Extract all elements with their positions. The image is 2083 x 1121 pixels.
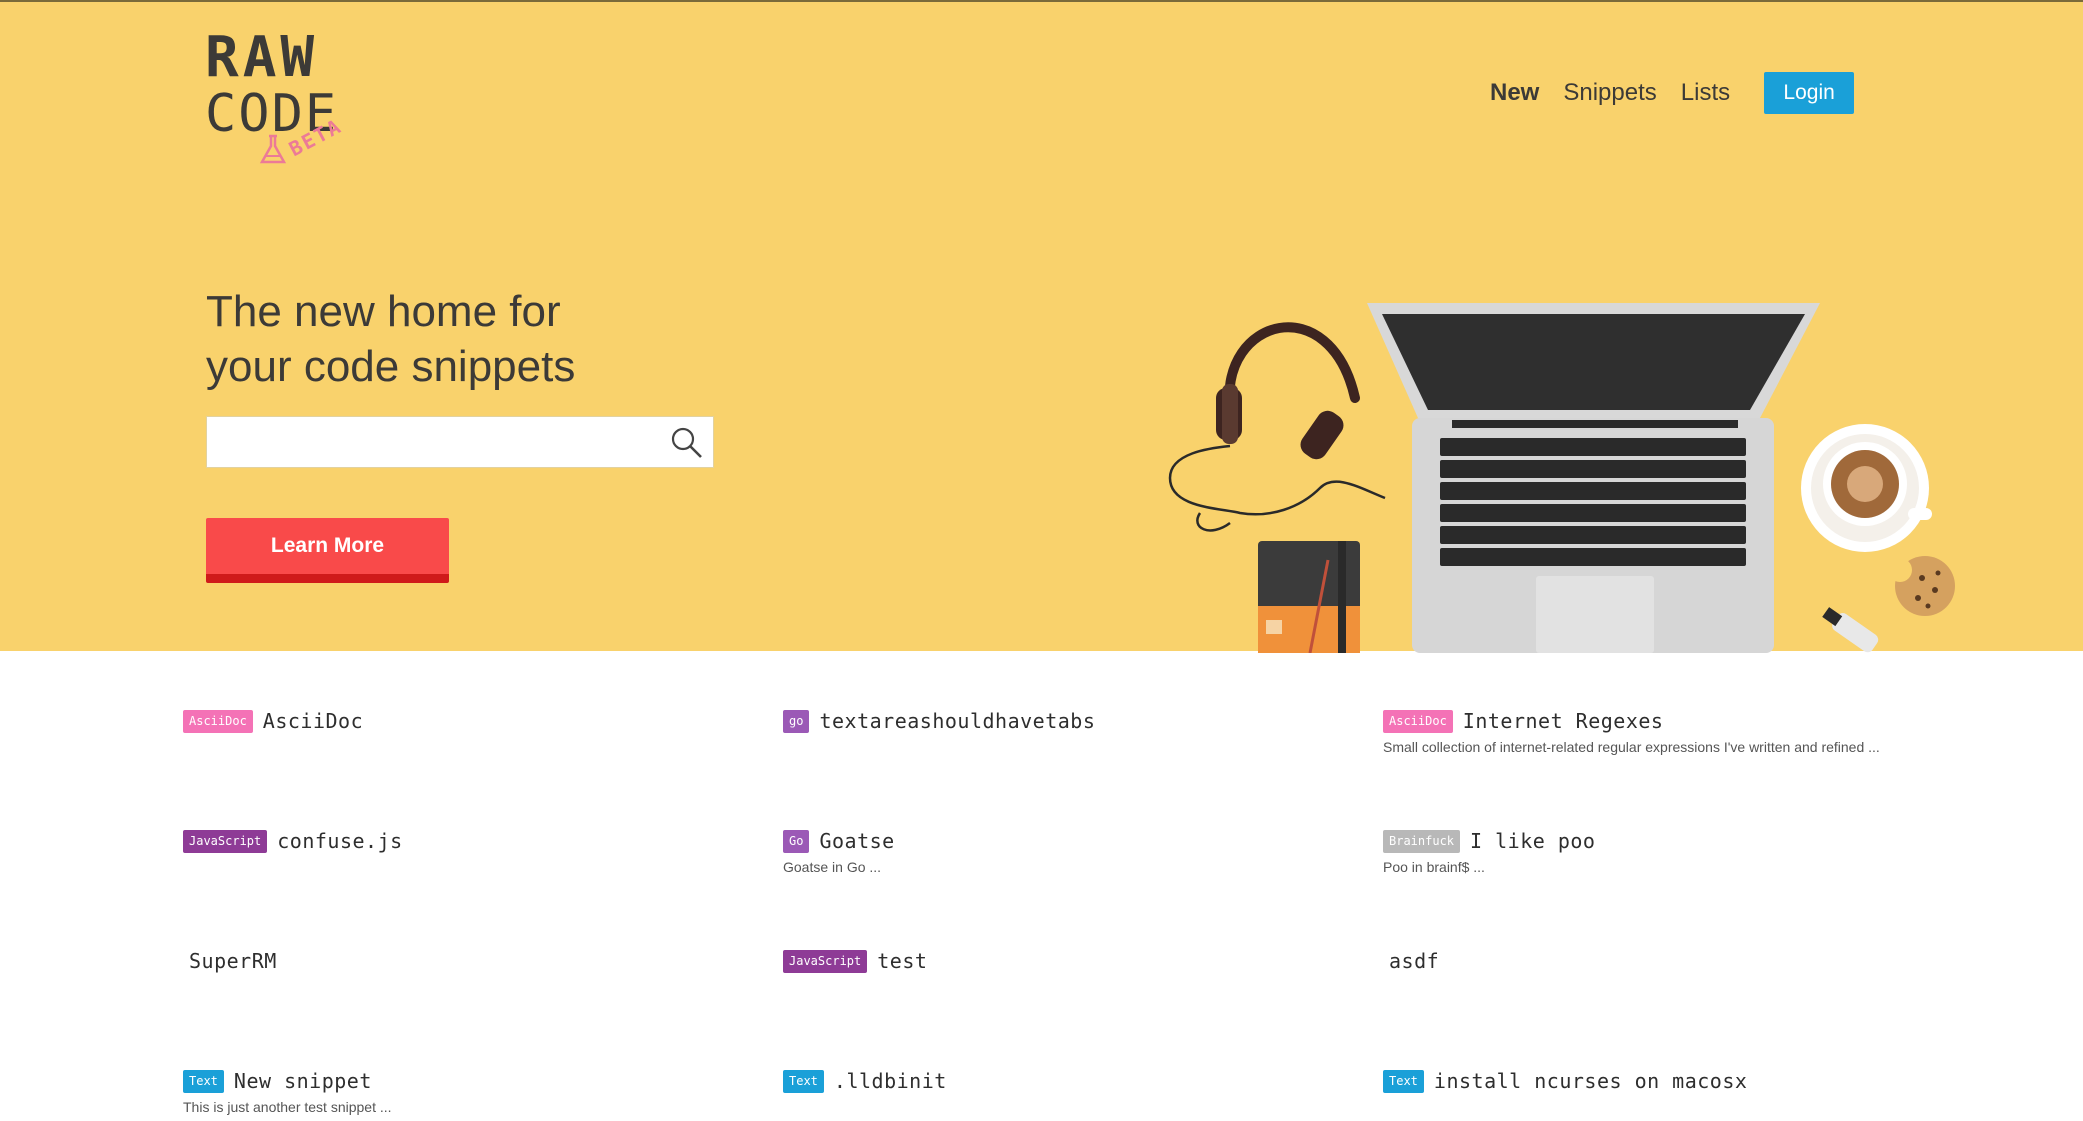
nav-new[interactable]: New [1490, 79, 1539, 107]
snippet-title[interactable]: test [877, 949, 927, 973]
language-tag: JavaScript [183, 829, 268, 853]
snippet-header: JavaScript test [783, 946, 1303, 976]
logo-text-raw: RAW [205, 25, 319, 90]
nav-snippets[interactable]: Snippets [1563, 79, 1656, 107]
snippet-description: This is just another test snippet ... [183, 1099, 392, 1115]
cookie-illustration [1888, 556, 1955, 616]
snippet-header: Text New snippet [183, 1066, 703, 1096]
coffee-cup-illustration [1801, 424, 1932, 552]
snippet-header: Text install ncurses on macosx [1383, 1066, 1903, 1096]
language-tag: Brainfuck [1383, 829, 1461, 853]
search-icon[interactable] [669, 425, 705, 461]
snippet-title[interactable]: I like poo [1470, 829, 1595, 853]
desk-illustration [1168, 303, 1955, 653]
snippet-title[interactable]: Internet Regexes [1463, 709, 1664, 733]
snippet-card[interactable]: SuperRM [183, 946, 703, 976]
snippet-card[interactable]: Go Goatse Goatse in Go ... [783, 826, 1303, 877]
snippet-header: Text .lldbinit [783, 1066, 1303, 1096]
learn-more-button[interactable]: Learn More [206, 518, 449, 583]
language-tag: AsciiDoc [183, 709, 253, 733]
laptop-illustration [1367, 303, 1820, 653]
rawcode-logo[interactable]: RAW CODE BETA [205, 30, 365, 170]
language-tag: Text [1383, 1069, 1424, 1093]
snippet-card[interactable]: JavaScript test [783, 946, 1303, 976]
snippet-header: JavaScript confuse.js [183, 826, 703, 856]
snippet-title[interactable]: SuperRM [189, 949, 277, 973]
snippet-header: Go Goatse [783, 826, 1303, 856]
notebook-illustration [1258, 541, 1360, 653]
snippet-header: AsciiDoc AsciiDoc [183, 706, 703, 736]
snippet-title[interactable]: install ncurses on macosx [1434, 1069, 1748, 1093]
search-box [206, 416, 714, 468]
language-tag: Go [783, 829, 810, 853]
snippet-description: Goatse in Go ... [783, 859, 882, 875]
hero-section: RAW CODE BETA New Snippets Lists Login T… [0, 0, 2083, 653]
snippet-card[interactable]: JavaScript confuse.js [183, 826, 703, 856]
snippet-title[interactable]: confuse.js [277, 829, 402, 853]
snippet-header: SuperRM [183, 946, 703, 976]
language-tag: AsciiDoc [1383, 709, 1453, 733]
headphones-illustration [1168, 322, 1386, 532]
snippet-title[interactable]: textareashouldhavetabs [819, 709, 1095, 733]
snippet-card[interactable]: go textareashouldhavetabs [783, 706, 1303, 736]
language-tag: Text [783, 1069, 824, 1093]
snippet-title[interactable]: New snippet [234, 1069, 372, 1093]
snippet-header: go textareashouldhavetabs [783, 706, 1303, 736]
snippet-description: Poo in brainf$ ... [1383, 859, 1485, 875]
snippet-header: asdf [1383, 946, 1903, 976]
flask-icon [259, 134, 287, 164]
top-nav: New Snippets Lists Login [1490, 70, 1855, 116]
snippet-card[interactable]: AsciiDoc AsciiDoc [183, 706, 703, 736]
snippet-card[interactable]: Text install ncurses on macosx [1383, 1066, 1903, 1096]
language-tag: Text [183, 1069, 224, 1093]
login-button[interactable]: Login [1764, 72, 1855, 114]
snippet-description: Small collection of internet-related reg… [1383, 739, 1880, 755]
hero-headline: The new home for your code snippets [206, 284, 575, 394]
usb-drive-illustration [1822, 607, 1879, 653]
headline-line-2: your code snippets [206, 342, 576, 391]
language-tag: go [783, 709, 810, 733]
snippet-header: Brainfuck I like poo [1383, 826, 1903, 856]
snippet-title[interactable]: AsciiDoc [263, 709, 363, 733]
snippet-title[interactable]: .lldbinit [834, 1069, 947, 1093]
snippet-title[interactable]: asdf [1389, 949, 1439, 973]
nav-lists[interactable]: Lists [1681, 79, 1730, 107]
snippet-card[interactable]: AsciiDoc Internet Regexes Small collecti… [1383, 706, 1903, 757]
language-tag: JavaScript [783, 949, 868, 973]
headline-line-1: The new home for [206, 287, 561, 336]
snippet-card[interactable]: Text .lldbinit [783, 1066, 1303, 1096]
snippet-card[interactable]: Brainfuck I like poo Poo in brainf$ ... [1383, 826, 1903, 877]
snippet-title[interactable]: Goatse [819, 829, 894, 853]
search-input[interactable] [207, 417, 657, 467]
snippet-card[interactable]: asdf [1383, 946, 1903, 976]
snippet-header: AsciiDoc Internet Regexes [1383, 706, 1903, 736]
snippet-card[interactable]: Text New snippet This is just another te… [183, 1066, 703, 1117]
